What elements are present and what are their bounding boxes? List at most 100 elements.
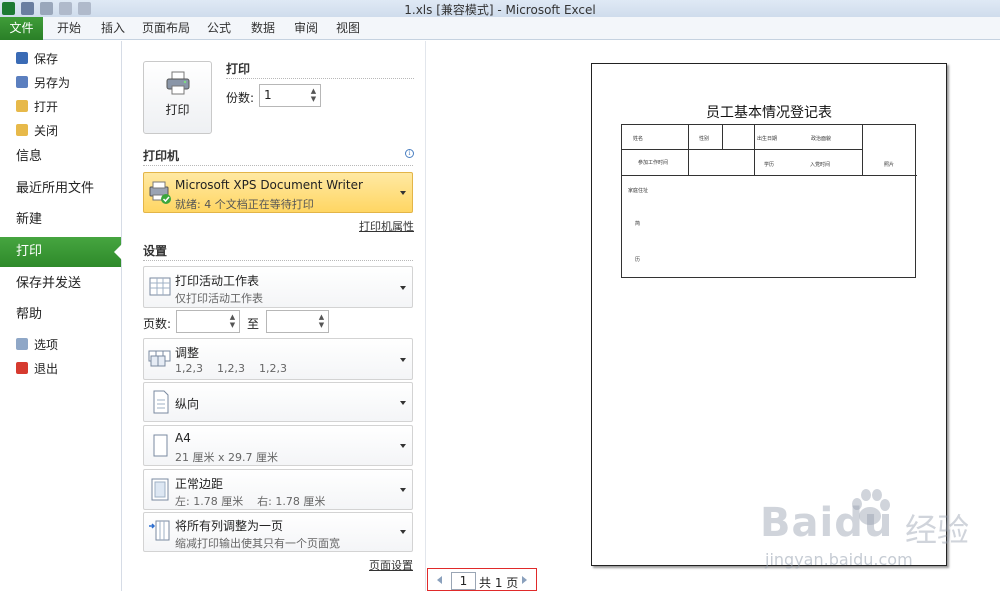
collate-dropdown[interactable]: 调整 1,2,3 1,2,3 1,2,3 (143, 338, 413, 380)
ribbon-tabs: 文件 开始 插入 页面布局 公式 数据 审阅 视图 (0, 17, 1000, 40)
watermark-brand: Baidu (760, 500, 894, 546)
nav-save[interactable]: 保存 (0, 49, 121, 67)
margins-dropdown[interactable]: 正常边距 左: 1.78 厘米 右: 1.78 厘米 (143, 469, 413, 510)
watermark-url: jingyan.baidu.com (765, 550, 913, 569)
spin-arrows-icon[interactable]: ▲ ▼ (309, 87, 318, 104)
paper-size-sub: 21 厘米 x 29.7 厘米 (175, 451, 278, 464)
cell-work-start: 参加工作时间 (638, 160, 669, 166)
pages-from-input[interactable]: ▲ ▼ (176, 310, 240, 333)
cell-party-join: 入党时间 (810, 162, 831, 168)
nav-save-as-label: 另存为 (34, 75, 71, 90)
nav-save-as[interactable]: 另存为 (0, 73, 121, 91)
print-what-main: 打印活动工作表 (175, 274, 260, 288)
nav-recent[interactable]: 最近所用文件 (0, 174, 121, 204)
paper-size-main: A4 (175, 431, 191, 445)
form-table: 姓名 性别 出生日期 政治面貌 参加工作时间 学历 入党时间 照片 家庭住址 简… (621, 124, 917, 278)
nav-new[interactable]: 新建 (0, 205, 121, 235)
spin-arrows-icon[interactable]: ▲ ▼ (228, 313, 237, 330)
paper-size-icon (153, 434, 168, 457)
printer-dropdown[interactable]: Microsoft XPS Document Writer 就绪: 4 个文档正… (143, 172, 413, 213)
portrait-page-icon (153, 390, 169, 414)
settings-section-title: 设置 (143, 244, 168, 258)
nav-exit[interactable]: 退出 (0, 359, 121, 377)
printer-properties-link[interactable]: 打印机属性 (359, 218, 414, 234)
page-setup-link[interactable]: 页面设置 (369, 557, 413, 573)
nav-print[interactable]: 打印 (0, 237, 122, 267)
pages-to-label: 至 (247, 317, 260, 331)
total-pages: 共 1 页 (479, 576, 519, 590)
table-line (754, 125, 755, 175)
page-navigator: 1 共 1 页 (427, 568, 537, 591)
current-page-input[interactable]: 1 (451, 572, 476, 590)
margins-main: 正常边距 (175, 477, 224, 491)
next-page-icon[interactable] (522, 576, 527, 584)
tab-data[interactable]: 数据 (244, 17, 282, 40)
paper-size-dropdown[interactable]: A4 21 厘米 x 29.7 厘米 (143, 425, 413, 466)
exit-icon (16, 362, 28, 374)
print-settings-panel: 打印 打印 份数: 1 ▲ ▼ 打印机 i Microsoft XPS Docum… (122, 41, 426, 591)
table-line (622, 149, 862, 150)
orientation-main: 纵向 (175, 397, 200, 411)
cell-family: 家庭住址 (628, 188, 649, 194)
print-what-dropdown[interactable]: 打印活动工作表 仅打印活动工作表 (143, 266, 413, 308)
tab-file[interactable]: 文件 (0, 17, 43, 40)
printer-device-icon (149, 181, 171, 204)
cell-birth: 出生日期 (757, 136, 778, 142)
nav-save-label: 保存 (34, 51, 59, 66)
tab-page-layout[interactable]: 页面布局 (138, 17, 194, 40)
printer-status: 就绪: 4 个文档正在等待打印 (175, 198, 314, 211)
title-bar: 1.xls [兼容模式] - Microsoft Excel (0, 0, 1000, 17)
collate-sub: 1,2,3 1,2,3 1,2,3 (175, 362, 287, 375)
nav-close[interactable]: 关闭 (0, 121, 121, 139)
close-folder-icon (16, 124, 28, 136)
orientation-dropdown[interactable]: 纵向 (143, 382, 413, 422)
print-section-title: 打印 (226, 62, 251, 76)
backstage-nav: 保存 另存为 打开 关闭 信息 最近所用文件 新建 打印 保存并发送 帮助 选项… (0, 41, 122, 591)
copies-label: 份数: (226, 91, 255, 105)
cell-side-2: 历 (635, 257, 641, 263)
nav-exit-label: 退出 (34, 361, 59, 376)
nav-options[interactable]: 选项 (0, 335, 121, 353)
pages-to-input[interactable]: ▲ ▼ (266, 310, 329, 333)
nav-save-send[interactable]: 保存并发送 (0, 269, 121, 299)
previous-page-icon[interactable] (437, 576, 442, 584)
nav-open[interactable]: 打开 (0, 97, 121, 115)
chevron-down-icon (400, 488, 406, 492)
nav-open-label: 打开 (34, 99, 59, 114)
tab-insert[interactable]: 插入 (94, 17, 132, 40)
cell-politics: 政治面貌 (811, 136, 832, 142)
collate-main: 调整 (175, 346, 200, 360)
nav-help[interactable]: 帮助 (0, 300, 121, 330)
window-title: 1.xls [兼容模式] - Microsoft Excel (404, 3, 596, 17)
chevron-down-icon (400, 444, 406, 448)
tab-review[interactable]: 审阅 (287, 17, 325, 40)
print-button-label: 打印 (165, 103, 190, 117)
open-folder-icon (16, 100, 28, 112)
copies-stepper[interactable]: 1 ▲ ▼ (259, 84, 321, 107)
collate-icon (148, 350, 171, 367)
print-what-sub: 仅打印活动工作表 (175, 292, 263, 305)
tab-formulas[interactable]: 公式 (200, 17, 238, 40)
scaling-dropdown[interactable]: 将所有列调整为一页 缩减打印输出使其只有一个页面宽 (143, 512, 413, 552)
watermark-cn: 经验 (905, 511, 970, 549)
print-button[interactable]: 打印 (143, 61, 212, 134)
settings-section-divider (143, 260, 413, 261)
printer-section-title: 打印机 (143, 149, 180, 163)
scaling-main: 将所有列调整为一页 (175, 519, 284, 533)
cell-gender: 性别 (699, 136, 710, 142)
table-line (622, 175, 917, 176)
nav-info[interactable]: 信息 (0, 142, 121, 172)
options-icon (16, 338, 28, 350)
tab-home[interactable]: 开始 (50, 17, 88, 40)
cell-education: 学历 (764, 162, 775, 168)
spin-arrows-icon[interactable]: ▲ ▼ (317, 313, 326, 330)
table-line (722, 125, 723, 150)
fit-columns-icon (149, 520, 170, 541)
tab-view[interactable]: 视图 (329, 17, 367, 40)
margins-icon (151, 478, 169, 501)
scaling-sub: 缩减打印输出使其只有一个页面宽 (175, 537, 340, 550)
table-line (862, 125, 863, 175)
margins-sub: 左: 1.78 厘米 右: 1.78 厘米 (175, 495, 326, 508)
info-icon[interactable]: i (405, 149, 414, 158)
cell-photo: 照片 (884, 162, 895, 168)
